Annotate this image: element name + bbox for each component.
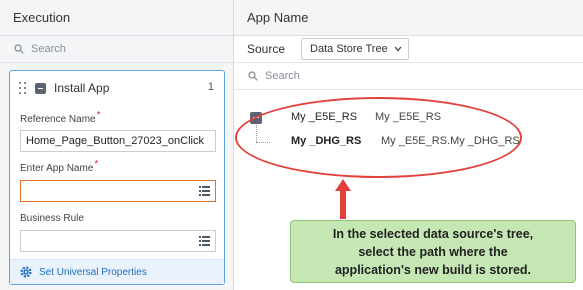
drag-handle-icon[interactable] bbox=[19, 82, 27, 94]
app-name-label: Enter App Name* bbox=[20, 159, 99, 174]
install-app-card[interactable]: Install App 1 Reference Name* Home_Page_… bbox=[9, 70, 225, 285]
app-name-field[interactable] bbox=[20, 180, 216, 202]
required-marker: * bbox=[94, 159, 99, 170]
app-name-panel-title: App Name bbox=[234, 0, 583, 36]
execution-search-placeholder: Search bbox=[31, 43, 66, 55]
list-picker-icon[interactable] bbox=[199, 236, 210, 246]
card-title: Install App bbox=[54, 81, 110, 95]
collapse-icon[interactable] bbox=[35, 82, 46, 94]
install-app-card-header: Install App bbox=[10, 71, 224, 105]
card-number: 1 bbox=[207, 81, 214, 93]
tree-search[interactable]: Search bbox=[234, 63, 583, 90]
chevron-down-icon bbox=[394, 46, 402, 52]
source-select-value: Data Store Tree bbox=[310, 43, 388, 55]
callout-line: select the path where the bbox=[358, 245, 508, 259]
source-select[interactable]: Data Store Tree bbox=[301, 38, 409, 60]
reference-name-field[interactable]: Home_Page_Button_27023_onClick bbox=[20, 130, 216, 152]
highlight-ellipse bbox=[235, 97, 522, 178]
tree-search-placeholder: Search bbox=[265, 70, 300, 82]
set-universal-properties-link[interactable]: Set Universal Properties bbox=[10, 259, 224, 284]
instruction-callout: In the selected data source's tree, sele… bbox=[290, 220, 576, 283]
business-rule-label: Business Rule bbox=[20, 213, 84, 224]
search-icon bbox=[248, 71, 258, 81]
search-icon bbox=[14, 44, 24, 54]
arrow-up-icon bbox=[335, 179, 351, 219]
source-row: Source Data Store Tree bbox=[234, 36, 583, 63]
execution-panel-title: Execution bbox=[0, 0, 233, 36]
business-rule-field[interactable] bbox=[20, 230, 216, 252]
callout-line: In the selected data source's tree, bbox=[332, 227, 534, 241]
execution-panel: Execution Search Install App 1 Reference… bbox=[0, 0, 234, 290]
required-marker: * bbox=[96, 110, 101, 121]
list-picker-icon[interactable] bbox=[199, 186, 210, 196]
reference-name-label: Reference Name* bbox=[20, 110, 101, 125]
execution-search[interactable]: Search bbox=[0, 36, 233, 63]
source-label: Source bbox=[247, 42, 286, 56]
gear-icon bbox=[20, 266, 32, 278]
callout-line: application's new build is stored. bbox=[334, 263, 532, 277]
set-universal-properties-label: Set Universal Properties bbox=[39, 266, 147, 278]
